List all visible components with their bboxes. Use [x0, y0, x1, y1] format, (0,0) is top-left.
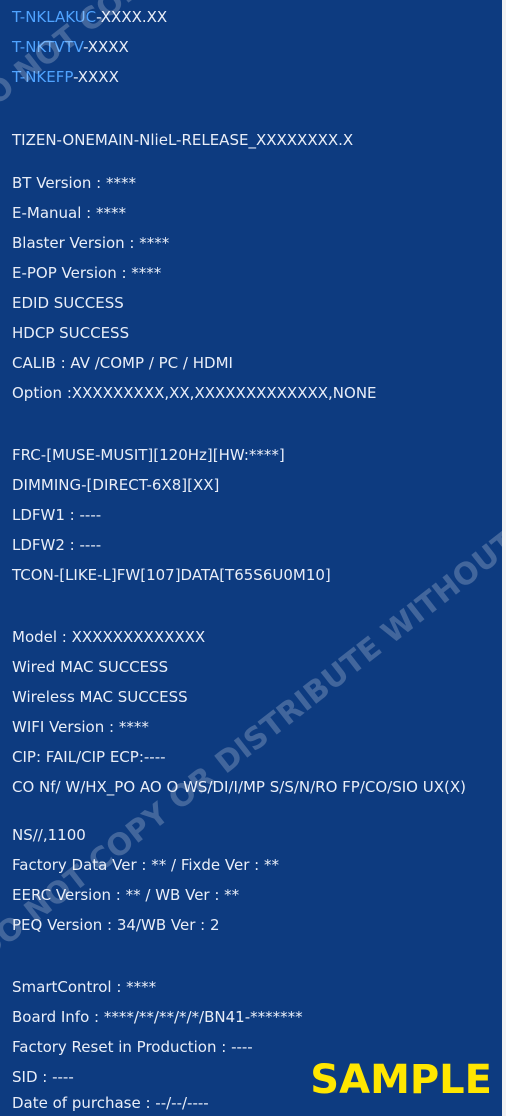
info-line: LDFW2 : ----	[12, 536, 102, 554]
sample-stamp: SAMPLE	[310, 1057, 492, 1103]
model-line-1: T-NKLAKUC-XXXX.XX	[12, 8, 167, 26]
info-line: Model : XXXXXXXXXXXXX	[12, 628, 206, 646]
info-line: SmartControl : ****	[12, 978, 157, 996]
info-line: CALIB : AV /COMP / PC / HDMI	[12, 354, 233, 372]
model-line-2: T-NKTVTV-XXXX	[12, 38, 129, 56]
info-line: Date of purchase : --/--/----	[12, 1094, 209, 1112]
info-line: Factory Reset in Production : ----	[12, 1038, 253, 1056]
info-line: Board Info : ****/**/**/*/*/BN41-*******	[12, 1008, 303, 1026]
info-line: DIMMING-[DIRECT-6X8][XX]	[12, 476, 220, 494]
info-line: FRC-[MUSE-MUSIT][120Hz][HW:****]	[12, 446, 285, 464]
info-line: Option :XXXXXXXXX,XX,XXXXXXXXXXXXX,NONE	[12, 384, 377, 402]
model-suffix: -XXXX	[83, 38, 129, 56]
model-suffix: -XXXX.XX	[96, 8, 168, 26]
model-prefix: T-NKLAKUC	[12, 8, 97, 26]
model-prefix: T-NKTVTV	[12, 38, 84, 56]
info-line: Factory Data Ver : ** / Fixde Ver : **	[12, 856, 279, 874]
info-line: EERC Version : ** / WB Ver : **	[12, 886, 240, 904]
info-line: Blaster Version : ****	[12, 234, 170, 252]
info-line: E-Manual : ****	[12, 204, 126, 222]
info-line: PEQ Version : 34/WB Ver : 2	[12, 916, 220, 934]
model-suffix: -XXXX	[73, 68, 119, 86]
info-line: SID : ----	[12, 1068, 74, 1086]
info-line: CO Nf/ W/HX_PO AO O WS/DI/I/MP S/S/N/RO …	[12, 778, 466, 796]
info-line: NS//,1100	[12, 826, 86, 844]
info-line: E-POP Version : ****	[12, 264, 162, 282]
model-line-3: T-NKEFP-XXXX	[12, 68, 119, 86]
model-prefix: T-NKEFP	[12, 68, 74, 86]
info-line: Wireless MAC SUCCESS	[12, 688, 188, 706]
release-version: TIZEN-ONEMAIN-NlieL-RELEASE_XXXXXXXX.X	[12, 131, 354, 149]
info-line: CIP: FAIL/CIP ECP:----	[12, 748, 166, 766]
info-line: WIFI Version : ****	[12, 718, 149, 736]
info-line: Wired MAC SUCCESS	[12, 658, 169, 676]
info-line: LDFW1 : ----	[12, 506, 102, 524]
info-line: BT Version : ****	[12, 174, 136, 192]
info-line: TCON-[LIKE-L]FW[107]DATA[T65S6U0M10]	[12, 566, 331, 584]
info-line: HDCP SUCCESS	[12, 324, 130, 342]
info-line: EDID SUCCESS	[12, 294, 124, 312]
service-info-panel: T-NKLAKUC-XXXX.XX T-NKTVTV-XXXX T-NKEFP-…	[0, 0, 506, 1116]
